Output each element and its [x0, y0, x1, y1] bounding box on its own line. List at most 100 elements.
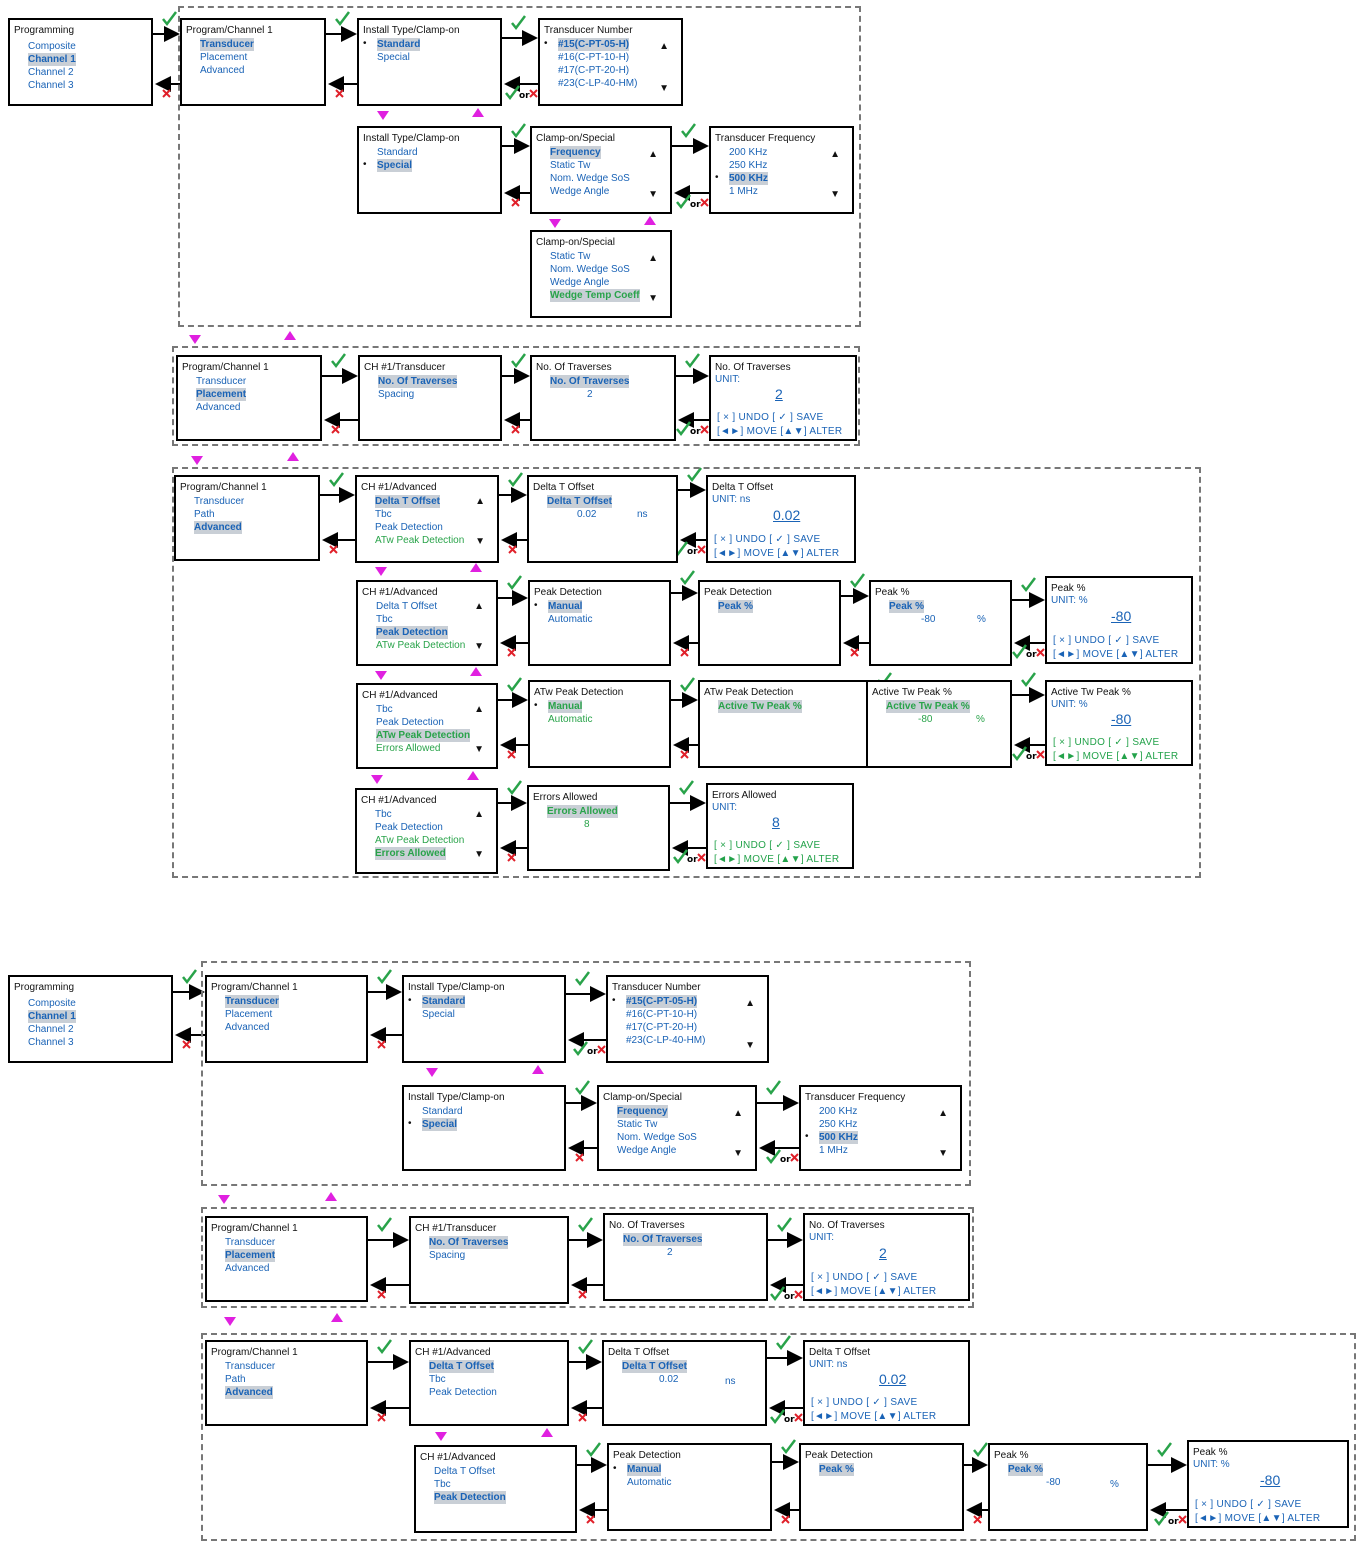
menu-item-delta_t[interactable]: Delta T Offset [376, 600, 437, 613]
menu-item-advanced[interactable]: Advanced [196, 401, 240, 414]
menu-item-advanced[interactable]: Advanced [225, 1262, 269, 1275]
menu-item-composite[interactable]: Composite [28, 40, 76, 53]
programming-menu[interactable]: Programming Composite Channel 1 Channel 2 Ch… [8, 18, 153, 106]
menu-item-peak_pct[interactable]: Peak % [819, 1463, 855, 1476]
triangle-up-icon[interactable]: ▲ [733, 1107, 743, 1120]
menu-item-tn17[interactable]: #17(C-PT-20-H) [558, 64, 629, 77]
menu-item-peak_detection[interactable]: Peak Detection [376, 716, 444, 729]
menu-item-peak_detection[interactable]: Peak Detection [376, 626, 448, 639]
menu-item-tbc[interactable]: Tbc [429, 1373, 446, 1386]
menu-box[interactable]: Install Type/Clamp-on Standard • Special [357, 126, 502, 214]
menu-item-manual[interactable]: Manual [548, 600, 583, 613]
menu-item-frequency[interactable]: Frequency [617, 1105, 668, 1118]
menu-item-delta_t[interactable]: Delta T Offset [547, 495, 613, 508]
menu-item-f200[interactable]: 200 KHz [729, 146, 767, 159]
triangle-up-icon[interactable]: ▲ [648, 148, 658, 161]
menu-item-f1m[interactable]: 1 MHz [729, 185, 758, 198]
value-editor-box[interactable]: No. Of Traverses UNIT: 2[ × ] UNDO [ ✓ ] S… [803, 1213, 970, 1301]
menu-item-transducer[interactable]: Transducer [196, 375, 246, 388]
menu-item-wedge_temp[interactable]: Wedge Temp Coeff [550, 289, 640, 302]
menu-item-frequency[interactable]: Frequency [550, 146, 601, 159]
menu-item-placement[interactable]: Placement [225, 1249, 276, 1262]
menu-box[interactable]: CH #1/Advanced Delta T Offset Tbc Peak Dete… [409, 1340, 569, 1426]
menu-item-no_traverses[interactable]: No. Of Traverses [378, 375, 458, 388]
triangle-down-icon[interactable]: ▼ [938, 1147, 948, 1160]
value-editor-box[interactable]: Errors Allowed UNIT: 8[ × ] UNDO [ ✓ ] SAV… [706, 783, 854, 869]
menu-item-special[interactable]: Special [422, 1118, 458, 1131]
triangle-down-icon[interactable]: ▼ [648, 188, 658, 201]
menu-box[interactable]: No. Of Traverses No. Of Traverses 2 [603, 1213, 768, 1301]
menu-item-tn23[interactable]: #23(C-LP-40-HM) [558, 77, 637, 90]
triangle-up-icon[interactable]: ▲ [745, 997, 755, 1010]
menu-item-tn16[interactable]: #16(C-PT-10-H) [558, 51, 629, 64]
menu-item-no_traverses[interactable]: No. Of Traverses [623, 1233, 703, 1246]
menu-item-tn23[interactable]: #23(C-LP-40-HM) [626, 1034, 705, 1047]
menu-box[interactable]: Program/Channel 1 Transducer Placement Adva… [205, 975, 368, 1063]
menu-box[interactable]: Program/Channel 1 Transducer Path Advanced [205, 1340, 368, 1426]
menu-item-peak_detection[interactable]: Peak Detection [429, 1386, 497, 1399]
menu-item-transducer[interactable]: Transducer [225, 995, 279, 1008]
menu-box[interactable]: Transducer Number • #15(C-PT-05-H) #16(C-PT… [538, 18, 683, 106]
menu-item-peak_value[interactable]: -80 [918, 713, 932, 726]
menu-item-peak_value[interactable]: -80 [1046, 1476, 1060, 1489]
menu-item-atw_peak[interactable]: ATw Peak Detection [376, 639, 465, 652]
menu-item-path[interactable]: Path [194, 508, 215, 521]
menu-box[interactable]: Peak Detection Peak % [799, 1443, 964, 1531]
menu-item-advanced[interactable]: Advanced [225, 1386, 273, 1399]
menu-item-tbc[interactable]: Tbc [375, 808, 392, 821]
menu-box[interactable]: Delta T Offset Delta T Offset 0.02 ns [602, 1340, 767, 1426]
triangle-up-icon[interactable]: ▲ [830, 148, 840, 161]
menu-box[interactable]: Program/Channel 1 Transducer Placement Adva… [176, 355, 322, 441]
menu-item-special[interactable]: Special [377, 51, 410, 64]
menu-box[interactable]: Delta T Offset Delta T Offset 0.02 ns [527, 475, 678, 563]
menu-item-peak_pct[interactable]: Peak % [1008, 1463, 1044, 1476]
menu-box[interactable]: Program/Channel 1 Transducer Path Advanced [174, 475, 320, 561]
value-editor-box[interactable]: Delta T Offset UNIT: ns 0.02[ × ] UNDO [ ✓… [803, 1340, 970, 1426]
menu-item-standard[interactable]: Standard [377, 146, 418, 159]
triangle-up-icon[interactable]: ▲ [648, 252, 658, 265]
value-editor-box[interactable]: Active Tw Peak % UNIT: % -80[ × ] UNDO [ ✓… [1045, 680, 1193, 766]
menu-item-channel3[interactable]: Channel 3 [28, 79, 74, 92]
value-editor-box[interactable]: Peak % UNIT: % -80[ × ] UNDO [ ✓ ] SAVE [◄►… [1045, 576, 1193, 664]
menu-box[interactable]: Clamp-on/Special Frequency Static Tw Nom. W… [530, 126, 672, 214]
menu-item-placement[interactable]: Placement [196, 388, 247, 401]
menu-item-f250[interactable]: 250 KHz [819, 1118, 857, 1131]
menu-item-delta_t[interactable]: Delta T Offset [375, 495, 441, 508]
menu-item-atw_peak[interactable]: ATw Peak Detection [375, 534, 464, 547]
menu-item-standard[interactable]: Standard [422, 1105, 463, 1118]
menu-box[interactable]: Transducer Frequency 200 KHz 250 KHz • 500 K… [799, 1085, 962, 1171]
menu-item-channel1[interactable]: Channel 1 [28, 1010, 76, 1023]
menu-box[interactable]: Program/Channel 1 Transducer Placement Adva… [180, 18, 326, 106]
menu-box[interactable]: CH #1/Transducer No. Of Traverses Spacing [358, 355, 502, 441]
triangle-down-icon[interactable]: ▼ [659, 82, 669, 95]
menu-item-nom_wedge[interactable]: Nom. Wedge SoS [550, 172, 630, 185]
menu-item-tbc[interactable]: Tbc [434, 1478, 451, 1491]
menu-box[interactable]: Install Type/Clamp-on Standard • Special [402, 1085, 566, 1171]
menu-item-transducer[interactable]: Transducer [225, 1360, 275, 1373]
menu-item-atw_peak[interactable]: ATw Peak Detection [375, 834, 464, 847]
menu-box[interactable]: Active Tw Peak % Active Tw Peak % -80% [866, 680, 1012, 768]
triangle-down-icon[interactable]: ▼ [475, 535, 485, 548]
menu-item-advanced[interactable]: Advanced [200, 64, 244, 77]
menu-item-automatic[interactable]: Automatic [548, 613, 592, 626]
menu-box[interactable]: Clamp-on/Special Static Tw Nom. Wedge SoS W… [530, 230, 672, 318]
menu-item-static_tw[interactable]: Static Tw [617, 1118, 657, 1131]
menu-box[interactable]: Clamp-on/Special Frequency Static Tw Nom. W… [597, 1085, 757, 1171]
menu-item-channel3[interactable]: Channel 3 [28, 1036, 74, 1049]
triangle-down-icon[interactable]: ▼ [474, 640, 484, 653]
triangle-up-icon[interactable]: ▲ [474, 600, 484, 613]
triangle-up-icon[interactable]: ▲ [474, 808, 484, 821]
menu-item-placement[interactable]: Placement [225, 1008, 272, 1021]
menu-item-wedge_angle[interactable]: Wedge Angle [617, 1144, 676, 1157]
menu-box[interactable]: Errors Allowed Errors Allowed 8 [527, 785, 670, 871]
menu-box[interactable]: CH #1/Advanced Delta T Offset Tbc Peak Dete… [356, 580, 498, 666]
menu-box[interactable]: Peak Detection • Manual Automatic [528, 580, 671, 666]
menu-item-path[interactable]: Path [225, 1373, 246, 1386]
triangle-down-icon[interactable]: ▼ [733, 1147, 743, 1160]
menu-item-wedge_angle[interactable]: Wedge Angle [550, 185, 609, 198]
menu-box[interactable]: No. Of Traverses No. Of Traverses 2 [530, 355, 676, 441]
triangle-down-icon[interactable]: ▼ [648, 292, 658, 305]
value-editor-box[interactable]: Peak % UNIT: % -80[ × ] UNDO [ ✓ ] SAVE [◄►… [1187, 1440, 1349, 1528]
menu-item-f1m[interactable]: 1 MHz [819, 1144, 848, 1157]
menu-item-f250[interactable]: 250 KHz [729, 159, 767, 172]
